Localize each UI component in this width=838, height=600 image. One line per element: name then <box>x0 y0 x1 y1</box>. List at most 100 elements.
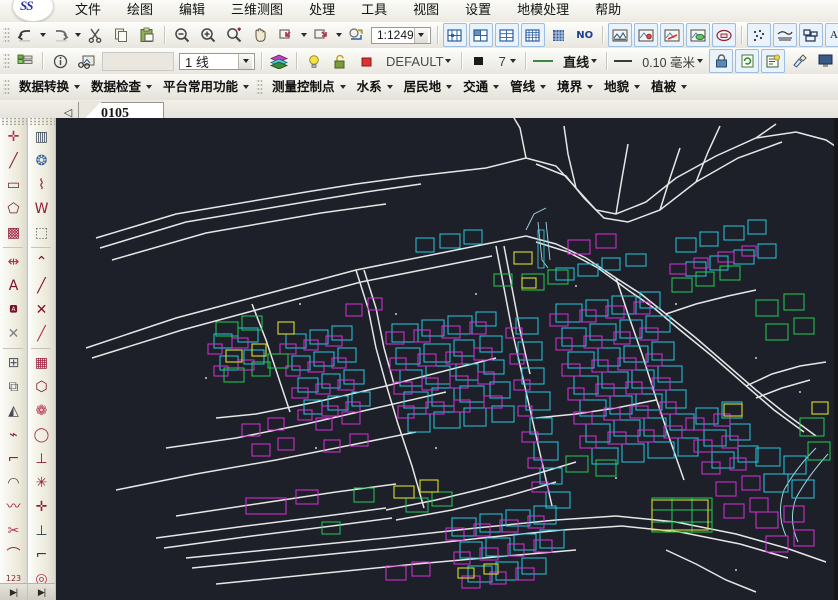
color-combo[interactable]: 7 <box>494 53 520 70</box>
map-area-icon[interactable] <box>686 23 710 47</box>
extend-icon[interactable]: ⌐ <box>1 447 26 471</box>
undo-icon[interactable] <box>13 23 37 47</box>
map-point-icon[interactable] <box>634 23 658 47</box>
map-drawing-canvas[interactable] <box>56 118 838 600</box>
zoom-realtime-icon[interactable] <box>344 23 368 47</box>
break-icon[interactable]: ✂ <box>1 519 26 543</box>
palette-grip[interactable] <box>0 118 27 125</box>
chevron-down-icon[interactable] <box>540 85 546 89</box>
zoom-extents-icon[interactable] <box>309 23 333 47</box>
menu-help[interactable]: 帮助 <box>582 0 634 22</box>
vegetation-icon[interactable]: W <box>29 197 54 221</box>
line-icon[interactable]: ╱ <box>1 149 26 173</box>
crosshair-icon[interactable]: ✛ <box>29 495 54 519</box>
grid-point-icon[interactable]: ▦ <box>29 351 54 375</box>
chevron-down-icon[interactable] <box>634 85 640 89</box>
grid-row-icon[interactable] <box>469 23 493 47</box>
text-icon[interactable]: A <box>1 274 26 298</box>
erase-icon[interactable]: ✕ <box>1 322 26 346</box>
zoom-extents-caret[interactable] <box>334 24 343 46</box>
palette-grip[interactable] <box>28 118 55 125</box>
lightbulb-icon[interactable] <box>302 49 326 73</box>
toolbar-menu-data-conversion[interactable]: 数据转换 <box>12 76 84 98</box>
chevron-down-icon[interactable] <box>74 85 80 89</box>
menu-view[interactable]: 视图 <box>400 0 452 22</box>
lineweight-dropdown-caret[interactable] <box>695 50 704 72</box>
undo-dropdown-caret[interactable] <box>38 24 47 46</box>
toolbar-menu-landform[interactable]: 地貌 <box>597 76 644 98</box>
refresh-doc-icon[interactable] <box>735 49 759 73</box>
copy-object-icon[interactable]: ⧉ <box>1 375 26 399</box>
zoom-previous-icon[interactable] <box>274 23 298 47</box>
menu-process[interactable]: 处理 <box>296 0 348 22</box>
lock-icon[interactable] <box>709 49 733 73</box>
coordinate-axis-icon[interactable]: ⊥ <box>29 519 54 543</box>
toolbar-menu-boundaries[interactable]: 境界 <box>550 76 597 98</box>
map-edit-icon[interactable] <box>712 23 736 47</box>
hatch-area-icon[interactable]: ▩ <box>1 221 26 245</box>
toolbar-grip[interactable] <box>3 78 10 96</box>
toolbar-menu-residential[interactable]: 居民地 <box>397 76 457 98</box>
toolbar-grip[interactable] <box>3 52 10 70</box>
mirror-icon[interactable]: ◭ <box>1 399 26 423</box>
chevron-down-icon[interactable] <box>146 85 152 89</box>
toolbar-menu-hydrography[interactable]: 水系 <box>350 76 397 98</box>
elevation-axis-icon[interactable]: ⌐ <box>29 543 54 567</box>
grid-dense-icon[interactable] <box>521 23 545 47</box>
paste-icon[interactable] <box>135 23 159 47</box>
display-icon[interactable] <box>813 49 837 73</box>
offset-icon[interactable]: ⌒ <box>1 543 26 567</box>
properties-icon[interactable] <box>761 49 785 73</box>
intersection-icon[interactable]: ✕ <box>29 298 54 322</box>
feature-code-combo[interactable]: 1 线 <box>179 53 255 70</box>
menu-tools[interactable]: 工具 <box>348 0 400 22</box>
toolbar-menu-data-check[interactable]: 数据检查 <box>84 76 156 98</box>
toolbar-menu-transportation[interactable]: 交通 <box>456 76 503 98</box>
trim-icon[interactable]: ⌁ <box>1 423 26 447</box>
pan-icon[interactable] <box>248 23 272 47</box>
scale-dropdown-arrow[interactable] <box>414 28 428 43</box>
toolbar-menu-vegetation[interactable]: 植被 <box>644 76 691 98</box>
menu-settings[interactable]: 设置 <box>452 0 504 22</box>
grid-table-icon[interactable] <box>495 23 519 47</box>
color-dropdown-caret[interactable] <box>508 50 517 72</box>
map-image-icon[interactable] <box>608 23 632 47</box>
redo-dropdown-caret[interactable] <box>73 24 82 46</box>
copy-icon[interactable] <box>109 23 133 47</box>
toolbar-menu-control-points[interactable]: 测量控制点 <box>265 76 350 98</box>
menu-3d-mapping[interactable]: 三维测图 <box>218 0 296 22</box>
point-cloud-icon[interactable] <box>747 23 771 47</box>
chevron-down-icon[interactable] <box>243 85 249 89</box>
grid-full-icon[interactable] <box>547 23 571 47</box>
text-block-icon[interactable]: 🅰 <box>1 298 26 322</box>
chevron-down-icon[interactable] <box>387 85 393 89</box>
chevron-down-icon[interactable] <box>681 85 687 89</box>
match-properties-icon[interactable] <box>787 49 811 73</box>
menu-file[interactable]: 文件 <box>62 0 114 22</box>
road-icon[interactable]: ⌇ <box>29 173 54 197</box>
menu-terrain-model[interactable]: 地模处理 <box>504 0 582 22</box>
map-line-icon[interactable] <box>660 23 684 47</box>
layer-state-icon[interactable] <box>74 49 98 73</box>
menu-edit[interactable]: 编辑 <box>166 0 218 22</box>
layer-stack-icon[interactable] <box>267 49 291 73</box>
move-icon[interactable]: ⊞ <box>1 351 26 375</box>
cloud-icon[interactable]: ❁ <box>29 399 54 423</box>
feature-code-dropdown-arrow[interactable] <box>238 54 252 69</box>
scale-combo[interactable]: 1:1249 <box>371 27 431 44</box>
annotation-icon[interactable]: AB <box>825 23 838 47</box>
fillet-icon[interactable]: ◠ <box>1 471 26 495</box>
ray-icon[interactable]: ╱ <box>29 322 54 346</box>
zoom-out-icon[interactable] <box>170 23 194 47</box>
polygon-icon[interactable]: ⬠ <box>1 197 26 221</box>
segment-icon[interactable]: ╱ <box>29 274 54 298</box>
layer-manager-icon[interactable] <box>13 49 37 73</box>
select-window-icon[interactable]: ⬚ <box>29 221 54 245</box>
dimension-icon[interactable]: ⇹ <box>1 250 26 274</box>
lineweight-combo[interactable]: 0.10 毫米 <box>637 53 706 70</box>
arc-icon[interactable]: ◯ <box>29 423 54 447</box>
layer-dropdown-caret[interactable] <box>444 50 453 72</box>
building-icon[interactable] <box>799 23 823 47</box>
layer-filter-combo[interactable] <box>102 52 174 71</box>
circle-icon[interactable]: ⬡ <box>29 375 54 399</box>
